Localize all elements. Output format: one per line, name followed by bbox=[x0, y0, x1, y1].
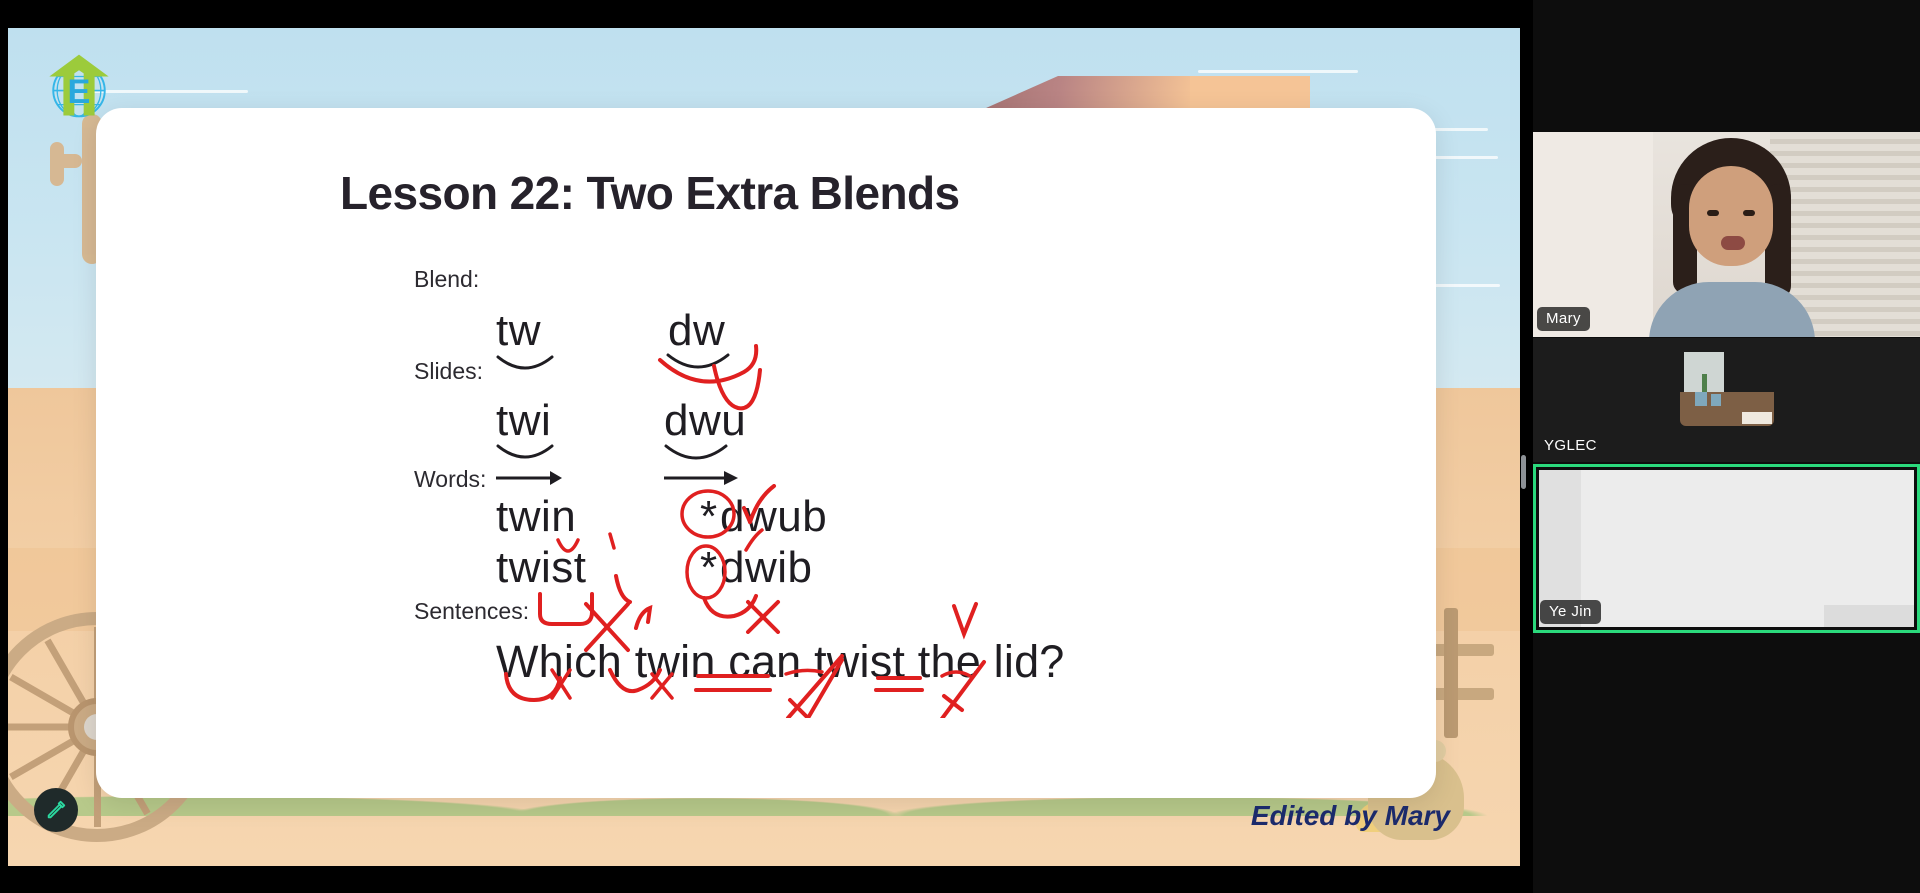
edited-by-watermark: Edited by Mary bbox=[1250, 800, 1450, 831]
participant-tile-mary[interactable]: Mary bbox=[1533, 132, 1920, 337]
slide-title: Lesson 22: Two Extra Blends bbox=[340, 167, 960, 219]
word-twist: twist bbox=[496, 543, 587, 592]
row-label-sentences: Sentences: bbox=[414, 598, 530, 624]
row-label-slides: Slides: bbox=[414, 358, 484, 384]
row-label-blend: Blend: bbox=[414, 266, 480, 292]
annotate-pencil-button[interactable] bbox=[34, 788, 78, 832]
svg-text:E: E bbox=[68, 73, 91, 111]
slide-card: Lesson 22: Two Extra Blends Blend: tw dw… bbox=[96, 108, 1436, 798]
word-twi: twi bbox=[496, 396, 552, 445]
arc-arrow-twi bbox=[496, 444, 562, 485]
participant-name-yglec: YGLEC bbox=[1544, 437, 1597, 454]
participant-strip: Mary YGLEC Ye Jin bbox=[1533, 0, 1920, 893]
participant-tile-yejin[interactable]: Ye Jin bbox=[1533, 464, 1920, 633]
word-dwub-asterisk: * bbox=[700, 492, 718, 541]
participant-tile-yglec[interactable]: YGLEC bbox=[1533, 338, 1920, 462]
word-dwib: dwib bbox=[720, 543, 813, 592]
participant-name-yejin: Ye Jin bbox=[1540, 600, 1601, 624]
avatar-mouth bbox=[1721, 236, 1745, 250]
word-dw: dw bbox=[668, 306, 726, 355]
shared-screen-area[interactable]: E Lesson 22: Two Extra Blends Blend: tw … bbox=[8, 28, 1520, 866]
avatar-eye-right bbox=[1743, 210, 1755, 216]
participant-avatar-photo bbox=[1679, 348, 1774, 426]
pencil-icon bbox=[47, 800, 66, 819]
word-dwub: dwub bbox=[720, 492, 828, 541]
row-label-words: Words: bbox=[414, 466, 487, 492]
word-tw: tw bbox=[496, 306, 541, 355]
word-dwu: dwu bbox=[664, 396, 747, 445]
avatar-eye-left bbox=[1707, 210, 1719, 216]
zoom-meeting-window: E Lesson 22: Two Extra Blends Blend: tw … bbox=[0, 0, 1920, 893]
arc-under-tw bbox=[496, 355, 554, 370]
arc-arrow-dwu bbox=[664, 444, 738, 485]
avatar-face bbox=[1689, 166, 1773, 266]
participant-name-mary: Mary bbox=[1537, 307, 1590, 331]
cloud-line bbox=[1198, 70, 1358, 73]
sentence-text: Which twin can twist the lid? bbox=[496, 636, 1065, 687]
panel-resize-handle[interactable] bbox=[1521, 455, 1526, 489]
word-twin: twin bbox=[496, 492, 577, 541]
word-dwib-asterisk: * bbox=[700, 543, 718, 592]
